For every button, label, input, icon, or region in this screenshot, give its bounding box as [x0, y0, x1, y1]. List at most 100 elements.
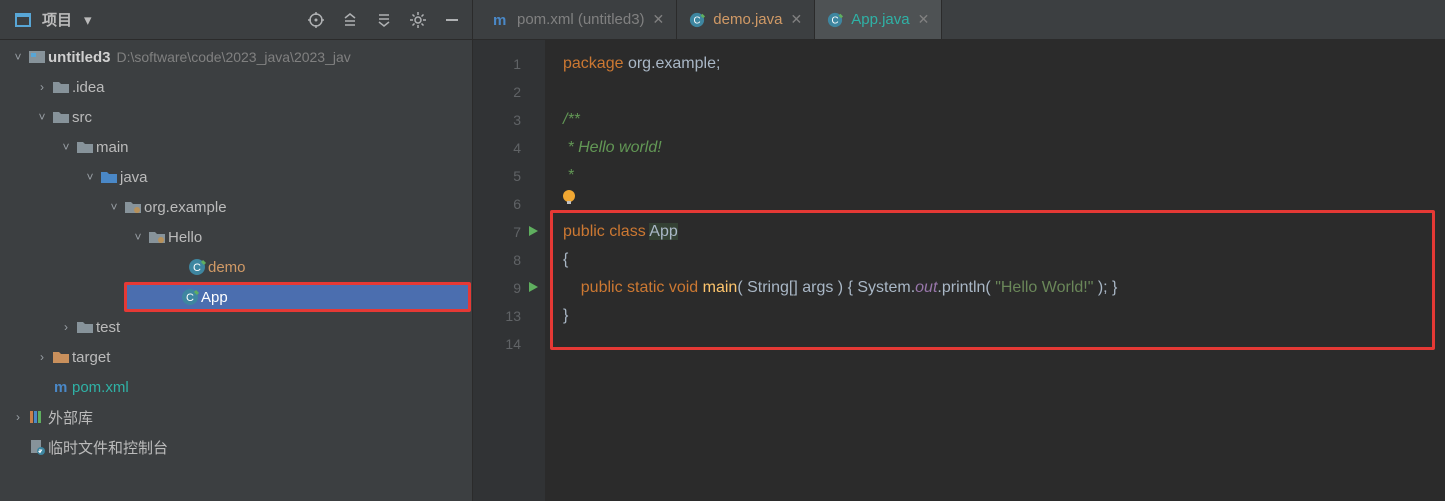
line-number[interactable]: 9: [473, 274, 539, 302]
collapse-all-button[interactable]: [370, 6, 398, 34]
tree-label: App: [201, 289, 228, 306]
tree-label: org.example: [144, 199, 227, 216]
svg-text:C: C: [832, 15, 839, 26]
close-icon[interactable]: ✕: [791, 11, 803, 28]
project-icon: [14, 11, 32, 29]
chevron-down-icon[interactable]: ˅: [34, 110, 50, 124]
folder-icon: [50, 110, 72, 124]
tree-node-test[interactable]: › test: [0, 312, 472, 342]
chevron-right-icon[interactable]: ›: [34, 350, 50, 364]
line-number[interactable]: 8: [473, 246, 539, 274]
tree-label: demo: [208, 259, 246, 276]
svg-text:m: m: [54, 379, 67, 396]
line-number[interactable]: 5: [473, 162, 539, 190]
tree-label: target: [72, 349, 110, 366]
tree-node-package[interactable]: ˅ org.example: [0, 192, 472, 222]
tab-label: demo.java: [713, 11, 782, 28]
close-icon[interactable]: ✕: [918, 11, 930, 28]
editor-tabs: m pom.xml (untitled3) ✕ C demo.java ✕ C …: [473, 0, 1445, 40]
run-icon[interactable]: [527, 218, 539, 246]
chevron-down-icon[interactable]: ˅: [58, 140, 74, 154]
module-icon: [26, 49, 48, 65]
line-number[interactable]: 3: [473, 106, 539, 134]
code-content[interactable]: package org.example; /** * Hello world! …: [545, 40, 1445, 501]
tree-node-hello[interactable]: ˅ Hello: [0, 222, 472, 252]
class-icon: C: [827, 12, 843, 28]
expand-all-button[interactable]: [336, 6, 364, 34]
tree-node-src[interactable]: ˅ src: [0, 102, 472, 132]
tree-label: Hello: [168, 229, 202, 246]
line-number[interactable]: 4: [473, 134, 539, 162]
tree-node-target[interactable]: › target: [0, 342, 472, 372]
scratch-icon: [26, 438, 48, 456]
tab-app[interactable]: C App.java ✕: [815, 0, 942, 39]
class-icon: C: [179, 288, 201, 306]
gutter[interactable]: 1 2 3 4 5 6 7 8 9 13 14: [473, 40, 545, 501]
editor-area: m pom.xml (untitled3) ✕ C demo.java ✕ C …: [473, 0, 1445, 501]
chevron-right-icon[interactable]: ›: [10, 410, 26, 424]
maven-icon: m: [50, 378, 72, 396]
tree-node-app[interactable]: › C App: [124, 282, 471, 312]
maven-icon: m: [491, 11, 509, 29]
tree-node-java[interactable]: ˅ java: [0, 162, 472, 192]
code-editor[interactable]: 1 2 3 4 5 6 7 8 9 13 14 package org.exam…: [473, 40, 1445, 501]
settings-button[interactable]: [404, 6, 432, 34]
line-number[interactable]: 1: [473, 50, 539, 78]
project-toolbar: 项目 ▾: [0, 0, 472, 40]
tree-label: pom.xml: [72, 379, 129, 396]
excluded-folder-icon: [50, 350, 72, 364]
line-number[interactable]: 7: [473, 218, 539, 246]
tree-node-main[interactable]: ˅ main: [0, 132, 472, 162]
svg-text:C: C: [694, 15, 701, 26]
tree-node-idea[interactable]: › .idea: [0, 72, 472, 102]
tree-label: src: [72, 109, 92, 126]
line-number[interactable]: 14: [473, 330, 539, 358]
svg-text:m: m: [493, 12, 506, 29]
class-icon: C: [689, 12, 705, 28]
project-panel: 项目 ▾ ˅ untitled3 D:\software\code\2023_j…: [0, 0, 473, 501]
tree-node-demo[interactable]: › C demo: [0, 252, 472, 282]
tree-label: test: [96, 319, 120, 336]
svg-text:C: C: [193, 262, 201, 274]
tree-node-pom[interactable]: › m pom.xml: [0, 372, 472, 402]
folder-icon: [74, 140, 96, 154]
tree-root-label: untitled3: [48, 49, 111, 66]
line-number[interactable]: 2: [473, 78, 539, 106]
tab-pom[interactable]: m pom.xml (untitled3) ✕: [479, 0, 677, 39]
chevron-right-icon[interactable]: ›: [58, 320, 74, 334]
line-number[interactable]: 13: [473, 302, 539, 330]
chevron-down-icon[interactable]: ˅: [106, 200, 122, 214]
locate-file-button[interactable]: [302, 6, 330, 34]
package-icon: [122, 200, 144, 214]
tree-label: main: [96, 139, 129, 156]
tree-label: .idea: [72, 79, 105, 96]
tab-label: pom.xml (untitled3): [517, 11, 645, 28]
tree-root-path: D:\software\code\2023_java\2023_jav: [117, 49, 351, 65]
project-tree[interactable]: ˅ untitled3 D:\software\code\2023_java\2…: [0, 40, 472, 501]
folder-icon: [74, 320, 96, 334]
source-folder-icon: [98, 170, 120, 184]
chevron-down-icon[interactable]: ˅: [10, 50, 26, 64]
tree-label: java: [120, 169, 148, 186]
chevron-down-icon[interactable]: ˅: [130, 230, 146, 244]
class-icon: C: [186, 258, 208, 276]
tab-demo[interactable]: C demo.java ✕: [677, 0, 815, 39]
close-icon[interactable]: ✕: [653, 11, 665, 28]
run-icon[interactable]: [527, 274, 539, 302]
project-title: 项目: [42, 9, 72, 30]
svg-text:C: C: [186, 292, 194, 304]
project-dropdown[interactable]: ▾: [84, 11, 92, 29]
tree-label: 外部库: [48, 407, 93, 428]
chevron-right-icon[interactable]: ›: [34, 80, 50, 94]
tree-label: 临时文件和控制台: [48, 437, 168, 458]
line-number[interactable]: 6: [473, 190, 539, 218]
libraries-icon: [26, 409, 48, 425]
hide-panel-button[interactable]: [438, 6, 466, 34]
tree-node-scratches[interactable]: › 临时文件和控制台: [0, 432, 472, 462]
tree-root[interactable]: ˅ untitled3 D:\software\code\2023_java\2…: [0, 42, 472, 72]
tree-node-external-libs[interactable]: › 外部库: [0, 402, 472, 432]
folder-icon: [50, 80, 72, 94]
tab-label: App.java: [851, 11, 909, 28]
package-icon: [146, 230, 168, 244]
chevron-down-icon[interactable]: ˅: [82, 170, 98, 184]
